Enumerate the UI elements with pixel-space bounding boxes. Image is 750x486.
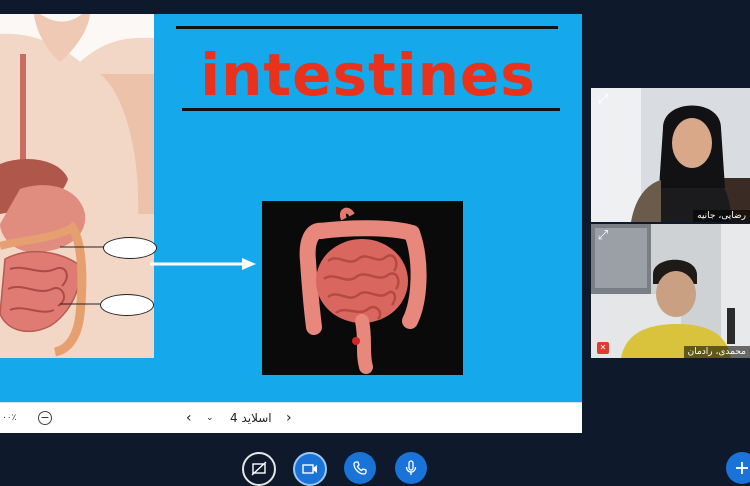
expand-icon[interactable]: ⤢: [595, 92, 611, 108]
slide-dropdown-chevron-icon[interactable]: ⌄: [206, 403, 214, 433]
presentation-toolbar: ۰۰٪ − ‹ ⌄ اسلاید 4 ›: [0, 402, 582, 433]
slide-title-block: intestines: [176, 26, 560, 114]
muted-microphone-icon: ✕: [597, 342, 609, 354]
add-button[interactable]: [726, 452, 750, 484]
zoom-out-button[interactable]: −: [38, 411, 52, 425]
arrow-right-icon: [150, 258, 256, 270]
next-slide-button[interactable]: ›: [286, 403, 292, 433]
slide-canvas: intestines: [0, 14, 582, 402]
participant-name: محمدی، رادمان: [683, 346, 750, 358]
participant-video-tile[interactable]: ⤢ ✕ محمدی، رادمان: [591, 224, 750, 358]
screen-share-off-button[interactable]: [242, 452, 276, 486]
microphone-icon: [405, 460, 417, 475]
intestine-image: [262, 201, 463, 375]
video-toggle-button[interactable]: [293, 452, 327, 486]
slide-number-label: اسلاید 4: [230, 411, 272, 425]
video-camera-icon: [302, 464, 317, 474]
microphone-button[interactable]: [395, 452, 427, 484]
expand-icon[interactable]: ⤢: [595, 228, 611, 244]
call-button[interactable]: [344, 452, 376, 484]
participant-name: رضایی، جانیه: [693, 210, 750, 222]
zoom-level: ۰۰٪: [2, 413, 17, 423]
participant-video-tile[interactable]: ⤢ رضایی، جانیه: [591, 88, 750, 222]
participant-video-feed: [591, 224, 750, 358]
phone-call-icon: [353, 461, 367, 475]
presentation-viewer: intestines ۰۰٪ − ‹ ⌄ اسلاید 4 ›: [0, 14, 582, 433]
previous-slide-button[interactable]: ‹: [186, 403, 192, 433]
label-callout-upper: [103, 237, 157, 259]
title-rule-top: [176, 26, 558, 29]
participant-video-feed: [591, 88, 750, 222]
screen-share-off-icon: [251, 461, 267, 476]
label-callout-lower: [100, 294, 154, 316]
slide-title: intestines: [200, 41, 536, 109]
intestine-drawing: [299, 207, 427, 374]
plus-icon: [736, 462, 748, 474]
